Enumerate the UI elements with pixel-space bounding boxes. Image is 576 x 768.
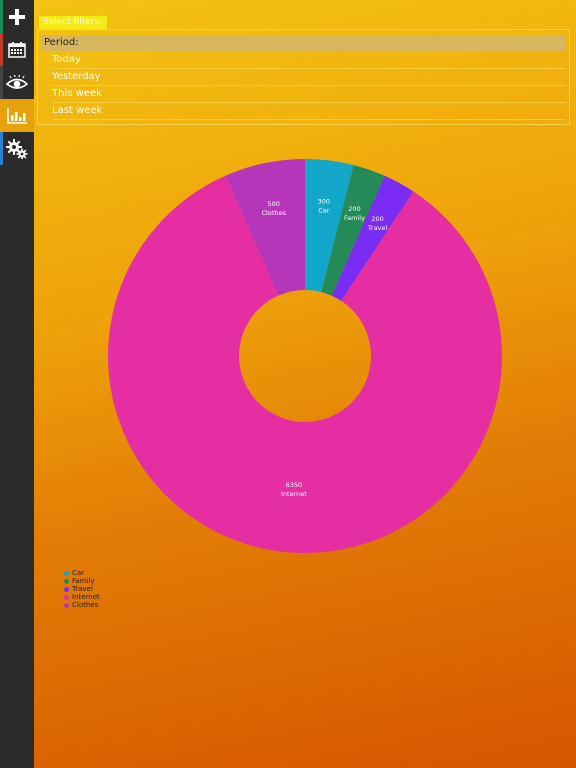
slice-value-label: 300	[318, 198, 330, 206]
slice-value-label: 200	[371, 215, 383, 223]
slice-category-label: Car	[318, 207, 330, 215]
legend-item-family: Family	[64, 577, 100, 585]
slice-category-label: Internet	[281, 490, 307, 498]
legend-swatch	[64, 586, 69, 592]
legend-swatch	[64, 602, 69, 608]
slice-value-label: 500	[267, 200, 279, 208]
legend-label: Travel	[72, 585, 93, 593]
chart-legend: Car Family Travel Internet Clothes	[64, 569, 100, 609]
legend-item-clothes: Clothes	[64, 601, 100, 609]
legend-swatch	[64, 578, 69, 584]
legend-label: Car	[72, 569, 85, 577]
slice-value-label: 6350	[286, 481, 303, 489]
slice-category-label: Clothes	[262, 209, 287, 217]
legend-item-car: Car	[64, 569, 100, 577]
donut-chart: 300Car 200Family 200Travel6350Internet500C…	[108, 159, 503, 554]
slice-category-label: Travel	[367, 224, 388, 232]
slice-category-label: Family	[344, 214, 365, 222]
legend-item-travel: Travel	[64, 585, 100, 593]
legend-item-internet: Internet	[64, 593, 100, 601]
legend-label: Internet	[72, 593, 100, 601]
legend-label: Clothes	[72, 601, 99, 609]
slice-value-label: 200	[348, 205, 360, 213]
legend-swatch	[64, 570, 69, 576]
legend-swatch	[64, 594, 69, 600]
legend-label: Family	[72, 577, 95, 585]
